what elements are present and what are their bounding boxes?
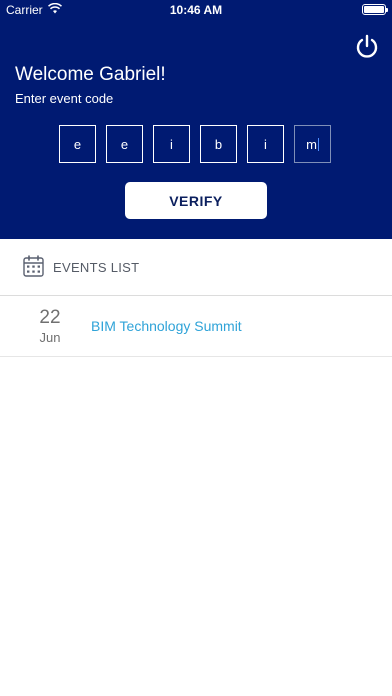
battery-icon — [362, 4, 388, 15]
events-list-title: EVENTS LIST — [53, 260, 140, 275]
verify-button[interactable]: VERIFY — [125, 182, 267, 219]
code-digit-3[interactable]: i — [153, 125, 190, 163]
enter-code-label: Enter event code — [15, 91, 114, 106]
status-time: 10:46 AM — [169, 3, 223, 17]
code-digit-2[interactable]: e — [106, 125, 143, 163]
events-list-header: EVENTS LIST — [0, 239, 392, 296]
status-bar: Carrier 10:46 AM — [0, 0, 392, 20]
calendar-icon — [23, 255, 44, 277]
event-name-link[interactable]: BIM Technology Summit — [91, 318, 242, 334]
event-month: Jun — [39, 330, 61, 345]
power-icon — [356, 34, 378, 58]
welcome-title: Welcome Gabriel! — [15, 64, 166, 85]
code-digit-1[interactable]: e — [59, 125, 96, 163]
text-caret — [317, 137, 319, 151]
code-digit-5[interactable]: i — [247, 125, 284, 163]
logout-power-button[interactable] — [354, 34, 380, 60]
code-digit-6[interactable]: m — [294, 125, 331, 163]
event-day: 22 — [39, 307, 61, 328]
event-list-item[interactable]: 22 Jun BIM Technology Summit — [0, 297, 392, 357]
header-panel: Carrier 10:46 AM Welcome Gabriel! Enter … — [0, 0, 392, 239]
event-code-input: e e i b i m — [59, 125, 331, 163]
code-digit-4[interactable]: b — [200, 125, 237, 163]
